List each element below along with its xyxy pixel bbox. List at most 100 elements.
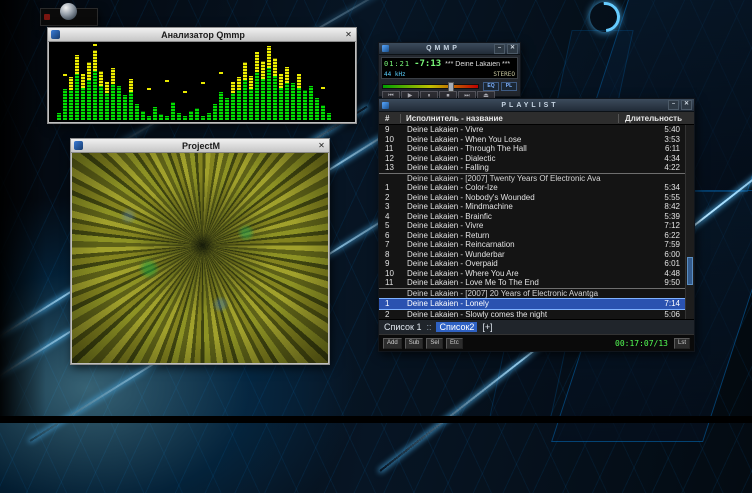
analyzer-bar (63, 89, 67, 120)
track-number: 10 (379, 135, 407, 144)
scrollbar-thumb[interactable] (687, 257, 693, 285)
playlist-track-row[interactable]: 7Deine Lakaien - Reincarnation7:59 (379, 240, 686, 250)
column-number[interactable]: # (379, 114, 401, 123)
minimize-button[interactable]: – (668, 100, 679, 110)
player-window: QMMP – ✕ 01:21 -7:13 *** Deine Lakaien *… (378, 42, 521, 97)
playlist-titlebar[interactable]: PLAYLIST – ✕ (379, 99, 694, 112)
analyzer-bar (213, 104, 217, 120)
track-title: Deine Lakaien - Through The Hall (407, 144, 622, 153)
close-button[interactable]: ✕ (507, 44, 518, 54)
add-playlist-tab-button[interactable]: [+] (482, 322, 492, 332)
playlist-group-row[interactable]: Deine Lakaien - [2007] 20 Years of Elect… (379, 288, 686, 299)
analyzer-bar (57, 113, 61, 120)
elapsed-time[interactable]: 01:21 (384, 60, 410, 68)
playlist-track-row[interactable]: 10Deine Lakaien - Where You Are4:48 (379, 269, 686, 279)
analyzer-bar (207, 113, 211, 120)
volume-slider[interactable] (382, 84, 479, 89)
analyzer-bar (237, 77, 241, 120)
column-artist-title[interactable]: Исполнитель - название (401, 114, 618, 123)
player-display[interactable]: 01:21 -7:13 *** Deine Lakaien *** 44 kHz… (381, 57, 518, 79)
close-icon[interactable] (44, 14, 50, 20)
qmmp-icon (382, 45, 389, 52)
playlist-track-row[interactable]: 2Deine Lakaien - Slowly comes the night5… (379, 310, 686, 320)
playlist-track-row[interactable]: 1Deine Lakaien - Lonely7:14 (379, 298, 686, 310)
projectm-titlebar[interactable]: ProjectM ✕ (71, 139, 329, 153)
track-duration: 7:12 (622, 221, 686, 230)
list-button[interactable]: Lst (674, 338, 690, 349)
playlist-track-row[interactable]: 4Deine Lakaien - Brainfic5:39 (379, 212, 686, 222)
playlist-track-row[interactable]: 2Deine Lakaien - Nobody's Wounded5:55 (379, 193, 686, 203)
analyzer-bar (99, 71, 103, 120)
playlist-track-row[interactable]: 12Deine Lakaien - Dialectic4:34 (379, 154, 686, 164)
playlist-track-row[interactable]: 11Deine Lakaien - Love Me To The End9:50 (379, 278, 686, 288)
analyzer-bar (105, 82, 109, 120)
qmmp-icon (382, 102, 389, 109)
tab-separator: :: (426, 322, 431, 332)
playlist-track-row[interactable]: 3Deine Lakaien - Mindmachine8:42 (379, 202, 686, 212)
playlist-track-row[interactable]: 11Deine Lakaien - Through The Hall6:11 (379, 144, 686, 154)
track-title: Deine Lakaien - Vivre (407, 221, 622, 230)
track-duration: 8:42 (622, 202, 686, 211)
analyzer-bar (93, 50, 97, 120)
window-title: ProjectM (86, 141, 316, 151)
playlist-tab[interactable]: Список 1 (384, 322, 421, 332)
playlist-track-row[interactable]: 1Deine Lakaien - Color-Ize5:34 (379, 183, 686, 193)
analyzer-peak (183, 91, 187, 93)
analyzer-titlebar[interactable]: Анализатор Qmmp ✕ (48, 28, 356, 42)
track-number: 12 (379, 154, 407, 163)
analyzer-bar (153, 107, 157, 120)
volume-slider-handle[interactable] (448, 82, 454, 92)
track-number: 6 (379, 231, 407, 240)
track-number: 1 (379, 299, 407, 308)
track-title: Deine Lakaien - Vivre (407, 125, 622, 134)
close-button[interactable]: ✕ (316, 141, 327, 150)
playlist-track-row[interactable]: 10Deine Lakaien - When You Lose3:53 (379, 135, 686, 145)
analyzer-window: Анализатор Qmmp ✕ (47, 27, 357, 124)
sel-button[interactable]: Sel (426, 338, 443, 349)
close-button[interactable]: ✕ (681, 100, 692, 110)
analyzer-bar (189, 111, 193, 120)
remaining-time[interactable]: -7:13 (414, 59, 441, 69)
playlist-column-header[interactable]: # Исполнитель - название Длительность (379, 112, 694, 125)
track-number: 9 (379, 259, 407, 268)
track-title: Deine Lakaien - Where You Are (407, 269, 622, 278)
playlist-track-row[interactable]: 6Deine Lakaien - Return6:22 (379, 231, 686, 241)
analyzer-bar (303, 90, 307, 120)
equalizer-toggle-button[interactable]: EQ (483, 82, 499, 91)
wallpaper-shade (0, 0, 46, 423)
playlist-track-row[interactable]: 9Deine Lakaien - Vivre5:40 (379, 125, 686, 135)
playlist-track-row[interactable]: 9Deine Lakaien - Overpaid6:01 (379, 259, 686, 269)
analyzer-bar (309, 86, 313, 120)
playlist-rows: 9Deine Lakaien - Vivre5:4010Deine Lakaie… (379, 125, 686, 319)
add-button[interactable]: Add (383, 338, 402, 349)
track-title: Deine Lakaien - Overpaid (407, 259, 622, 268)
playlist-list-area: 9Deine Lakaien - Vivre5:4010Deine Lakaie… (379, 125, 694, 319)
projectm-visualization[interactable] (72, 153, 328, 363)
playlist-toggle-button[interactable]: PL (501, 82, 517, 91)
track-title: Deine Lakaien - Falling (407, 163, 622, 172)
playlist-track-row[interactable]: 13Deine Lakaien - Falling4:22 (379, 163, 686, 173)
analyzer-bar (171, 102, 175, 120)
minimize-button[interactable]: – (494, 44, 505, 54)
track-duration: 6:22 (622, 231, 686, 240)
playlist-tab[interactable]: Список2 (436, 322, 477, 332)
player-titlebar[interactable]: QMMP – ✕ (379, 43, 520, 55)
close-button[interactable]: ✕ (343, 30, 354, 39)
spectrum-analyzer[interactable] (49, 42, 355, 122)
sphere-icon[interactable] (60, 3, 77, 20)
track-duration: 7:14 (622, 299, 686, 308)
track-title: Deine Lakaien - Nobody's Wounded (407, 193, 622, 202)
playlist-group-row[interactable]: Deine Lakaien - [2007] Twenty Years Of E… (379, 173, 686, 184)
track-number: 3 (379, 202, 407, 211)
track-title: Deine Lakaien - When You Lose (407, 135, 622, 144)
column-duration[interactable]: Длительность (618, 114, 694, 123)
projectm-icon (74, 141, 83, 150)
track-title: Deine Lakaien - Reincarnation (407, 240, 622, 249)
playlist-scrollbar[interactable] (685, 125, 694, 319)
sub-button[interactable]: Sub (405, 338, 424, 349)
playlist-time-display[interactable]: 00:17:07/13 (615, 339, 668, 348)
etc-button[interactable]: Etc (446, 338, 463, 349)
playlist-track-row[interactable]: 8Deine Lakaien - Wunderbar6:00 (379, 250, 686, 260)
playlist-track-row[interactable]: 5Deine Lakaien - Vivre7:12 (379, 221, 686, 231)
analyzer-bar (123, 95, 127, 120)
